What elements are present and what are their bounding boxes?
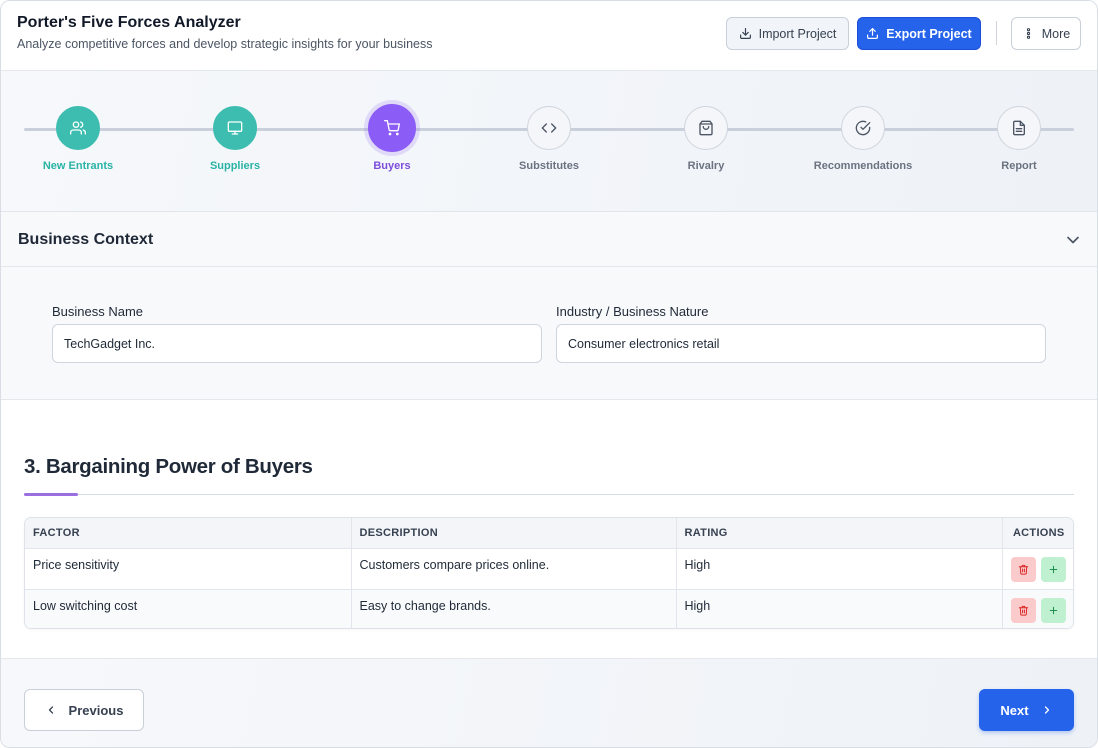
next-button[interactable]: Next (979, 689, 1074, 731)
factors-table-grid: FACTOR DESCRIPTION RATING ACTIONS Price … (25, 518, 1073, 628)
step-navigator: New Entrants Suppliers Buyers Substitute… (1, 71, 1097, 212)
step-label: Buyers (373, 160, 411, 172)
footer-nav: Previous Next (1, 658, 1097, 747)
step-label: Substitutes (519, 160, 579, 172)
step-circle (841, 106, 885, 150)
delete-row-button[interactable] (1011, 597, 1037, 623)
app-window: Porter's Five Forces Analyzer Analyze co… (0, 0, 1098, 748)
step-label: Suppliers (209, 160, 261, 172)
section-title: 3. Bargaining Power of Buyers (24, 455, 313, 478)
users-icon (70, 121, 86, 135)
step-circle (997, 106, 1041, 150)
step-label: New Entrants (42, 160, 114, 172)
import-project-label: Import Project (758, 26, 837, 41)
business-context-header[interactable]: Business Context (1, 212, 1097, 267)
download-icon (739, 28, 751, 39)
column-header-actions: ACTIONS (1002, 518, 1073, 549)
step-label: Recommendations (813, 160, 913, 172)
trash-icon (1019, 564, 1029, 575)
business-name-input[interactable] (52, 324, 542, 363)
row-actions (1011, 597, 1068, 623)
more-button[interactable]: More (1011, 17, 1081, 50)
step-circle (368, 104, 416, 152)
column-header-description: DESCRIPTION (351, 518, 677, 549)
shopping-bag-icon (699, 120, 713, 136)
delete-row-button[interactable] (1011, 556, 1037, 582)
section-divider-accent (24, 493, 78, 496)
industry-label: Industry / Business Nature (556, 304, 709, 319)
app-header: Porter's Five Forces Analyzer Analyze co… (1, 1, 1097, 71)
factors-table: FACTOR DESCRIPTION RATING ACTIONS Price … (24, 517, 1074, 629)
more-vertical-icon (1026, 28, 1030, 39)
chevron-right-icon (1044, 706, 1049, 714)
more-label: More (1041, 26, 1071, 41)
business-context-panel: Business Context Business Name Industry … (1, 212, 1097, 400)
file-text-icon (1013, 120, 1025, 136)
table-row: Low switching cost Easy to change brands… (25, 589, 1073, 628)
step-label: Report (1001, 160, 1037, 172)
column-header-factor: FACTOR (25, 518, 352, 549)
step-new-entrants[interactable]: New Entrants (8, 106, 148, 172)
previous-button[interactable]: Previous (24, 689, 144, 731)
step-circle (527, 106, 571, 150)
monitor-icon (227, 121, 243, 135)
description-cell[interactable]: Customers compare prices online. (351, 548, 677, 590)
description-cell[interactable]: Easy to change brands. (351, 589, 677, 628)
business-context-title: Business Context (18, 231, 154, 248)
step-recommendations[interactable]: Recommendations (793, 106, 933, 172)
shopping-cart-icon (384, 120, 400, 136)
export-project-button[interactable]: Export Project (857, 17, 981, 50)
business-name-label: Business Name (52, 304, 144, 319)
rating-cell[interactable]: High (676, 548, 1003, 590)
step-report[interactable]: Report (949, 106, 1089, 172)
step-rivalry[interactable]: Rivalry (636, 106, 776, 172)
factor-cell[interactable]: Low switching cost (25, 589, 352, 628)
import-project-button[interactable]: Import Project (726, 17, 849, 50)
plus-icon (1050, 606, 1058, 614)
rating-cell[interactable]: High (676, 589, 1003, 628)
step-circle (56, 106, 100, 150)
factor-cell[interactable]: Price sensitivity (25, 548, 352, 590)
step-label: Rivalry (687, 160, 725, 172)
plus-icon (1050, 565, 1058, 573)
step-buyers[interactable]: Buyers (322, 104, 462, 172)
section-divider (24, 494, 1074, 495)
step-suppliers[interactable]: Suppliers (165, 106, 305, 172)
chevron-down-icon[interactable] (1063, 230, 1083, 250)
next-label: Next (1000, 702, 1029, 718)
chevron-left-icon (48, 706, 53, 714)
step-circle (684, 106, 728, 150)
actions-cell (1002, 548, 1073, 590)
code-icon (541, 123, 557, 133)
app-title: Porter's Five Forces Analyzer (17, 14, 241, 31)
table-row: Price sensitivity Customers compare pric… (25, 548, 1073, 590)
check-circle-icon (855, 120, 871, 136)
app-subtitle: Analyze competitive forces and develop s… (17, 37, 433, 51)
upload-icon (867, 28, 879, 39)
row-actions (1011, 556, 1068, 582)
trash-icon (1019, 605, 1029, 616)
add-row-button[interactable] (1041, 597, 1067, 623)
column-header-rating: RATING (676, 518, 1003, 549)
table-header-row: FACTOR DESCRIPTION RATING ACTIONS (25, 518, 1073, 549)
add-row-button[interactable] (1041, 556, 1067, 582)
previous-label: Previous (68, 702, 124, 718)
step-circle (213, 106, 257, 150)
export-project-label: Export Project (886, 26, 972, 41)
step-substitutes[interactable]: Substitutes (479, 106, 619, 172)
industry-input[interactable] (556, 324, 1046, 363)
actions-cell (1002, 589, 1073, 628)
header-divider (996, 21, 997, 45)
